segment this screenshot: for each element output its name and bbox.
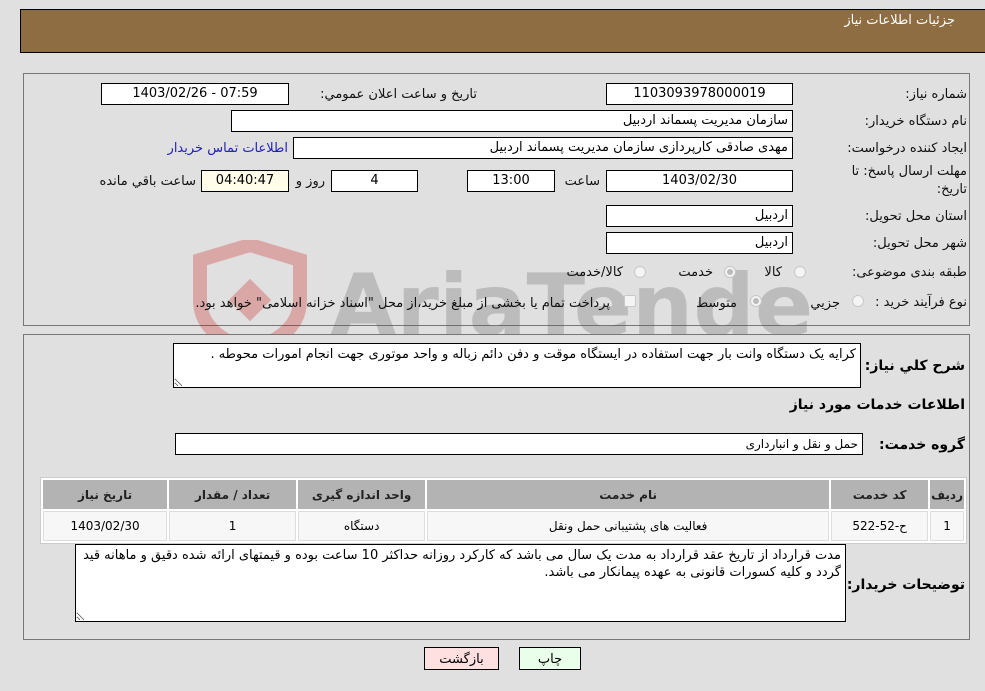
cell-unit: دستگاه (298, 511, 426, 541)
province-label: استان محل تحویل: (865, 209, 967, 224)
city-label: شهر محل تحویل: (872, 236, 967, 251)
buyer-contact-link[interactable]: اطلاعات تماس خریدار (168, 141, 288, 156)
category-option-service: خدمت (678, 265, 713, 280)
page-title: جزئیات اطلاعات نیاز (844, 13, 955, 28)
buyer-org-label: نام دستگاه خریدار: (864, 114, 967, 129)
requester-label: ایجاد کننده درخواست: (847, 141, 967, 156)
page-header (20, 9, 985, 53)
process-type-label: نوع فرآیند خرید : (875, 295, 967, 310)
buyer-org-field: سازمان مدیریت پسماند اردبیل (231, 110, 793, 132)
cell-service-code: ح-52-522 (831, 511, 929, 541)
remaining-time-field: 04:40:47 (201, 170, 289, 192)
remaining-days-label: روز و (295, 174, 325, 189)
province-field: اردبیل (606, 205, 793, 227)
need-number-field: 1103093978000019 (606, 83, 793, 105)
service-group-field: حمل و نقل و انبارداری (175, 433, 863, 455)
services-section-title: اطلاعات خدمات مورد نیاز (789, 397, 965, 413)
deadline-time-field: 13:00 (467, 170, 555, 192)
deadline-label-line1: مهلت ارسال پاسخ: تا (851, 164, 967, 179)
col-header-row-number: ردیف (930, 480, 964, 509)
services-table: ردیف کد خدمت نام خدمت واحد اندازه گیری ت… (40, 477, 967, 544)
requester-field: مهدی صادقی کارپردازی سازمان مدیریت پسمان… (293, 137, 793, 159)
need-number-label: شماره نیاز: (905, 87, 967, 102)
process-radio-medium[interactable] (750, 295, 762, 307)
cell-service-name: فعالیت های پشتیبانی حمل ونقل (427, 511, 830, 541)
col-header-need-date: تاریخ نیاز (43, 480, 168, 509)
table-header-row: ردیف کد خدمت نام خدمت واحد اندازه گیری ت… (43, 480, 964, 509)
category-label: طبقه بندی موضوعی: (851, 265, 967, 280)
description-textarea[interactable]: کرایه یک دستگاه وانت بار جهت استفاده در … (173, 343, 861, 388)
back-button[interactable]: بازگشت (424, 647, 499, 670)
col-header-unit: واحد اندازه گیری (298, 480, 426, 509)
announce-datetime-field: 1403/02/26 - 07:59 (101, 83, 289, 105)
announce-datetime-label: تاريخ و ساعت اعلان عمومي: (320, 87, 477, 102)
print-button[interactable]: چاپ (519, 647, 581, 670)
description-label: شرح کلي نياز: (864, 358, 965, 374)
deadline-date-field: 1403/02/30 (606, 170, 793, 192)
col-header-service-code: کد خدمت (831, 480, 929, 509)
process-option-medium: متوسط (696, 296, 737, 311)
col-header-quantity: تعداد / مقدار (169, 480, 297, 509)
category-option-goods: کالا (764, 265, 782, 280)
category-radio-goods[interactable] (794, 266, 806, 278)
remaining-days-field: 4 (331, 170, 418, 192)
treasury-note: پرداخت تمام یا بخشی از مبلغ خرید،از محل … (195, 296, 610, 311)
remaining-time-label: ساعت باقي مانده (99, 174, 196, 189)
table-row: 1 ح-52-522 فعالیت های پشتیبانی حمل ونقل … (43, 511, 964, 541)
treasury-checkbox[interactable] (624, 295, 636, 307)
cell-row-number: 1 (930, 511, 964, 541)
category-option-goods-service: کالا/خدمت (566, 265, 623, 280)
process-option-minor: جزيي (810, 296, 840, 311)
deadline-label-line2: تاریخ: (936, 182, 967, 197)
service-group-label: گروه خدمت: (879, 437, 965, 453)
deadline-time-label: ساعت (564, 174, 600, 189)
buyer-notes-textarea[interactable]: مدت قرارداد از تاریخ عقد قرارداد به مدت … (75, 544, 846, 622)
col-header-service-name: نام خدمت (427, 480, 830, 509)
cell-need-date: 1403/02/30 (43, 511, 168, 541)
cell-quantity: 1 (169, 511, 297, 541)
category-radio-service[interactable] (724, 266, 736, 278)
category-radio-goods-service[interactable] (634, 266, 646, 278)
city-field: اردبیل (606, 232, 793, 254)
buyer-notes-label: توضیحات خریدار: (846, 577, 965, 593)
process-radio-minor[interactable] (852, 295, 864, 307)
